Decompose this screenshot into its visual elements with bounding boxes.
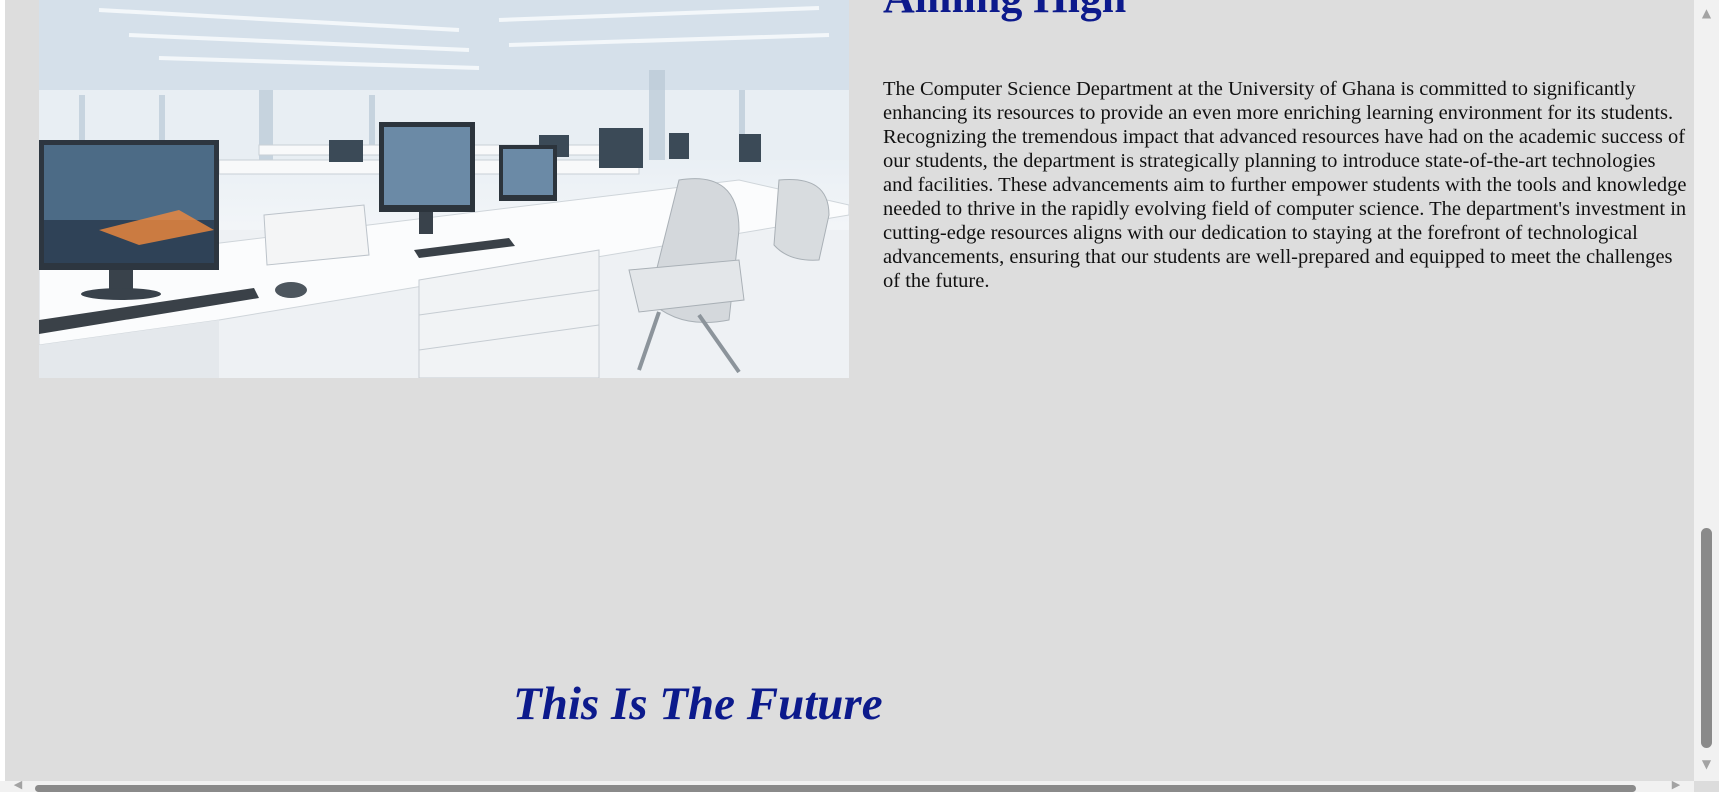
scroll-down-icon[interactable]: ▼ [1694,754,1719,774]
section-heading: Aiming High [883,0,1126,20]
horizontal-scrollbar[interactable]: ◀ ▶ [0,778,1694,792]
horizontal-scroll-thumb[interactable] [35,785,1636,792]
scroll-up-icon[interactable]: ▲ [1694,3,1719,23]
scrollbar-corner [1694,781,1719,792]
browser-viewport: Aiming High The Computer Science Departm… [0,0,1719,792]
vertical-scroll-thumb[interactable] [1701,528,1712,748]
vertical-scrollbar[interactable]: ▲ ▼ [1694,0,1719,781]
scroll-left-icon[interactable]: ◀ [8,778,28,792]
section-body-text: The Computer Science Department at the U… [883,78,1687,292]
page-content: Aiming High The Computer Science Departm… [5,0,1694,781]
computer-lab-image [39,0,849,378]
future-heading: This Is The Future [513,678,883,730]
scroll-right-icon[interactable]: ▶ [1666,778,1686,792]
